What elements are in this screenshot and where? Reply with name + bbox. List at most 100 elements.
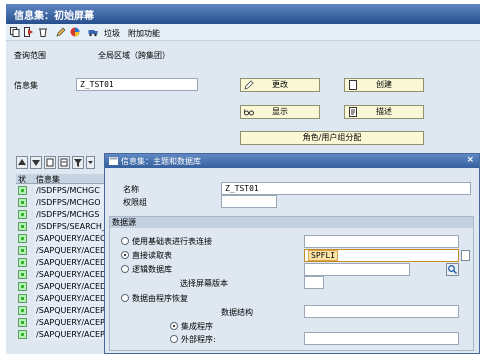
list-item[interactable]: /ISDFPS/SEARCH_19 — [16, 221, 106, 232]
list-item[interactable]: /SAPQUERY/ACECRM — [16, 233, 106, 244]
list-item[interactable]: /SAPQUERY/ACEDSI — [16, 269, 106, 280]
role-user-group-button-label: 角色/用户组分配 — [302, 133, 362, 142]
color-wheel-icon[interactable] — [70, 27, 80, 37]
table-join-input[interactable] — [304, 235, 459, 248]
display-button[interactable]: 显示 — [240, 105, 320, 119]
change-button[interactable]: 更改 — [240, 78, 320, 92]
query-scope-label: 查询范围 — [14, 51, 46, 60]
status-light-icon — [18, 186, 27, 195]
table-join-label: 使用基础表进行表连接 — [132, 237, 212, 246]
external-program-radio[interactable] — [170, 335, 178, 343]
display-button-label: 显示 — [272, 107, 288, 116]
direct-read-radio[interactable] — [121, 251, 129, 259]
dialog-icon — [109, 157, 118, 165]
status-light-icon — [18, 222, 27, 231]
list-toolbar — [16, 156, 111, 171]
authorization-group-input[interactable] — [221, 195, 277, 208]
query-scope-value: 全局区域（跨集团） — [98, 51, 170, 60]
program-label: 数据由程序恢复 — [132, 294, 188, 303]
logical-database-label: 逻辑数据库 — [132, 265, 172, 274]
external-program-input[interactable] — [304, 332, 459, 345]
list-item[interactable]: /ISDFPS/MCHGO — [16, 197, 106, 208]
window-title-bar: 信息集：初始屏幕 — [6, 4, 480, 24]
dialog-title: 信息集：主题和数据库 — [121, 157, 201, 166]
value-help-icon[interactable] — [461, 250, 470, 261]
create-button-label: 创建 — [376, 80, 392, 89]
authorization-group-label: 权限组 — [123, 198, 147, 207]
list-item[interactable]: /SAPQUERY/ACEPSI — [16, 329, 106, 340]
data-structure-input[interactable] — [304, 305, 459, 318]
logical-database-radio[interactable] — [121, 265, 129, 273]
logical-database-input[interactable] — [304, 263, 410, 276]
find-next-icon[interactable] — [58, 156, 70, 169]
additional-functions-menu[interactable]: 附加功能 — [128, 28, 160, 39]
change-button-label: 更改 — [272, 80, 288, 89]
infoset-title-database-dialog: 信息集：主题和数据库 × 名称 Z_TST01 权限组 数据源 使用基础表进行表… — [104, 153, 480, 354]
status-light-icon — [18, 198, 27, 207]
list-item[interactable]: /SAPQUERY/ACEPSI — [16, 317, 106, 328]
description-icon — [349, 107, 357, 117]
list-item[interactable]: /ISDFPS/MCHGS — [16, 209, 106, 220]
direct-read-table-value: SPFLI — [308, 250, 339, 261]
status-light-icon — [18, 210, 27, 219]
close-icon[interactable]: × — [466, 155, 474, 165]
transport-icon[interactable] — [88, 27, 98, 37]
execute-icon[interactable] — [24, 27, 34, 37]
status-light-icon — [18, 330, 27, 339]
filter-icon[interactable] — [72, 156, 84, 169]
new-document-icon — [349, 80, 357, 90]
integrated-program-radio[interactable] — [170, 322, 178, 330]
status-light-icon — [18, 246, 27, 255]
integrated-program-label: 集成程序 — [181, 322, 213, 331]
sort-descending-icon[interactable] — [30, 156, 42, 169]
find-icon[interactable] — [44, 156, 56, 169]
name-label: 名称 — [123, 185, 139, 194]
status-light-icon — [18, 318, 27, 327]
screen-version-input[interactable] — [304, 276, 324, 289]
status-light-icon — [18, 306, 27, 315]
search-help-button[interactable] — [446, 263, 459, 276]
list-header: 状 信息集 — [16, 174, 106, 184]
data-source-title: 数据源 — [110, 217, 473, 228]
infoset-column-header: 信息集 — [36, 175, 60, 184]
create-button[interactable]: 创建 — [344, 78, 424, 92]
status-light-icon — [18, 234, 27, 243]
list-item[interactable]: /SAPQUERY/ACEDSI — [16, 281, 106, 292]
copy-icon[interactable] — [10, 27, 20, 37]
infoset-label: 信息集 — [14, 81, 38, 90]
list-item[interactable]: /SAPQUERY/ACEDSF — [16, 257, 106, 268]
trash-menu[interactable]: 垃圾 — [104, 28, 120, 39]
status-light-icon — [18, 294, 27, 303]
glasses-icon — [244, 108, 254, 116]
search-icon — [448, 265, 458, 275]
application-toolbar: 垃圾 附加功能 — [6, 24, 480, 41]
pencil-icon — [244, 80, 254, 90]
screen-version-label: 选择屏幕版本 — [180, 279, 228, 288]
infoset-input[interactable]: Z_TST01 — [76, 78, 198, 91]
external-program-label: 外部程序: — [181, 335, 216, 344]
dialog-title-bar: 信息集：主题和数据库 × — [105, 154, 479, 168]
filter-dropdown-icon[interactable] — [86, 156, 95, 169]
table-join-radio[interactable] — [121, 237, 129, 245]
status-column-header: 状 — [18, 175, 26, 184]
status-light-icon — [18, 282, 27, 291]
status-light-icon — [18, 258, 27, 267]
describe-button-label: 描述 — [376, 107, 392, 116]
role-user-group-button[interactable]: 角色/用户组分配 — [240, 131, 424, 145]
program-radio[interactable] — [121, 294, 129, 302]
pencil-icon[interactable] — [56, 27, 66, 37]
list-item[interactable]: /ISDFPS/MCHGC — [16, 185, 106, 196]
data-source-group: 数据源 使用基础表进行表连接 直接读取表 SPFLI 逻辑数据库 选择屏幕版本 … — [109, 216, 474, 351]
list-item[interactable]: /SAPQUERY/ACEDSA — [16, 245, 106, 256]
sap-window: 信息集：初始屏幕 垃圾 附加功能 查询范围 全局区域（跨集团） 信息集 Z_TS… — [6, 4, 480, 354]
delete-icon[interactable] — [38, 27, 48, 37]
sort-ascending-icon[interactable] — [16, 156, 28, 169]
name-input[interactable]: Z_TST01 — [221, 182, 471, 195]
direct-read-table-input[interactable]: SPFLI — [304, 249, 459, 262]
list-item[interactable]: /SAPQUERY/ACEPSF — [16, 305, 106, 316]
list-item[interactable]: /SAPQUERY/ACEDSS — [16, 293, 106, 304]
describe-button[interactable]: 描述 — [344, 105, 424, 119]
status-light-icon — [18, 270, 27, 279]
window-title: 信息集：初始屏幕 — [14, 11, 94, 22]
direct-read-label: 直接读取表 — [132, 251, 172, 260]
